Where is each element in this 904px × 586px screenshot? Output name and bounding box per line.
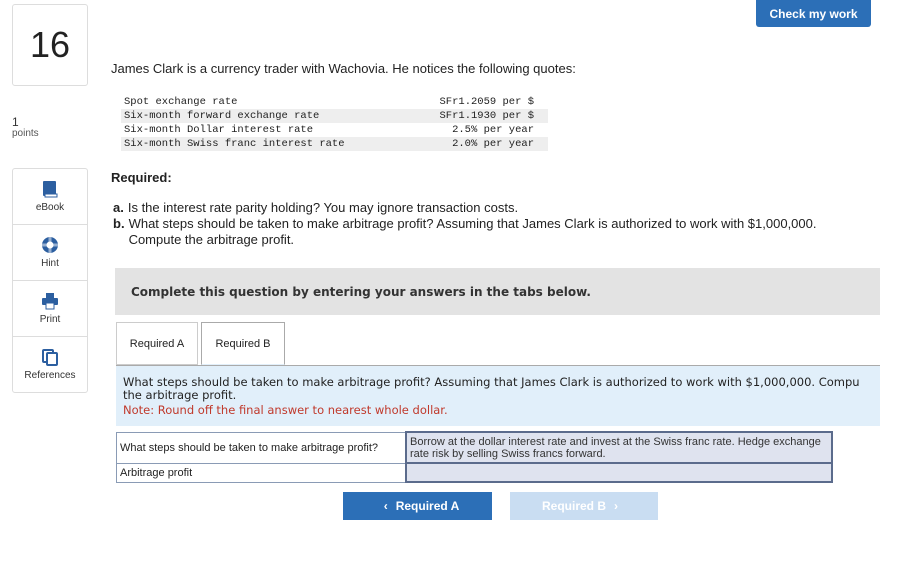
hint-tool[interactable]: Hint <box>13 225 87 281</box>
part-text: Is the interest rate parity holding? You… <box>127 200 519 215</box>
part-letter: b. <box>113 216 125 231</box>
part-a: a. Is the interest rate parity holding? Y… <box>113 200 833 216</box>
answer-question: Arbitrage profit <box>116 462 407 483</box>
rounding-note: Note: Round off the final answer to near… <box>123 403 448 417</box>
table-row: What steps should be taken to make arbit… <box>116 431 833 464</box>
printer-icon <box>41 292 59 310</box>
quote-label: Six-month Swiss franc interest rate <box>124 138 345 150</box>
required-heading: Required: <box>111 170 172 185</box>
content-question: What steps should be taken to make arbit… <box>123 376 880 402</box>
answer-question: What steps should be taken to make arbit… <box>116 431 407 464</box>
points-label: points <box>12 128 39 139</box>
steps-answer-field[interactable]: Borrow at the dollar interest rate and i… <box>405 431 833 464</box>
copy-icon <box>41 348 59 366</box>
quote-row: Six-month Dollar interest rate 2.5% per y… <box>121 123 548 137</box>
answer-table: What steps should be taken to make arbit… <box>116 431 833 483</box>
quote-row: Six-month Swiss franc interest rate 2.0% … <box>121 137 548 151</box>
quote-value: SFr1.2059 per $ <box>439 96 534 108</box>
book-icon <box>41 180 59 198</box>
references-tool[interactable]: References <box>13 337 87 392</box>
ebook-label: eBook <box>35 202 65 213</box>
next-button-label: Required B <box>541 499 606 513</box>
quote-label: Six-month forward exchange rate <box>124 110 320 122</box>
prev-required-a-button[interactable]: ‹ Required A <box>343 492 492 520</box>
quote-row: Six-month forward exchange rate SFr1.1930… <box>121 109 548 123</box>
references-label: References <box>24 370 76 381</box>
chevron-left-icon: ‹ <box>383 499 388 513</box>
problem-intro: James Clark is a currency trader with Wa… <box>111 61 576 76</box>
part-b: b. What steps should be taken to make arb… <box>113 216 833 248</box>
part-text: What steps should be taken to make arbit… <box>128 216 817 247</box>
quotes-table: Spot exchange rate SFr1.2059 per $ Six-mo… <box>121 95 548 151</box>
required-parts: a. Is the interest rate parity holding? Y… <box>113 200 833 248</box>
tab-required-b[interactable]: Required B <box>201 322 285 365</box>
complete-banner-text: Complete this question by entering your … <box>131 284 591 299</box>
part-letter: a. <box>113 200 124 215</box>
quote-label: Spot exchange rate <box>124 96 238 108</box>
quote-label: Six-month Dollar interest rate <box>124 124 314 136</box>
points-value: 1 <box>12 115 19 129</box>
quote-value: 2.5% per year <box>452 124 534 136</box>
question-number: 16 <box>12 4 88 86</box>
print-tool[interactable]: Print <box>13 281 87 337</box>
quote-value: 2.0% per year <box>452 138 534 150</box>
check-my-work-button[interactable]: Check my work <box>756 0 871 27</box>
content-question-line1: What steps should be taken to make arbit… <box>123 375 860 389</box>
ebook-tool[interactable]: eBook <box>13 169 87 225</box>
arbitrage-profit-field[interactable] <box>405 462 833 483</box>
side-tools-panel: eBook Hint Print References <box>12 168 88 393</box>
complete-banner: Complete this question by entering your … <box>115 268 880 315</box>
table-row: Arbitrage profit <box>116 462 833 483</box>
tab-required-a[interactable]: Required A <box>116 322 198 365</box>
content-question-line2: the arbitrage profit. <box>123 388 237 402</box>
quote-row: Spot exchange rate SFr1.2059 per $ <box>121 95 548 109</box>
lifebuoy-icon <box>41 236 59 254</box>
prev-button-label: Required A <box>395 499 460 513</box>
tab-content: What steps should be taken to make arbit… <box>116 366 880 426</box>
hint-label: Hint <box>41 258 59 269</box>
next-required-b-button[interactable]: Required B › <box>510 492 658 520</box>
print-label: Print <box>39 314 61 325</box>
quote-value: SFr1.1930 per $ <box>439 110 534 122</box>
chevron-right-icon: › <box>614 499 618 513</box>
